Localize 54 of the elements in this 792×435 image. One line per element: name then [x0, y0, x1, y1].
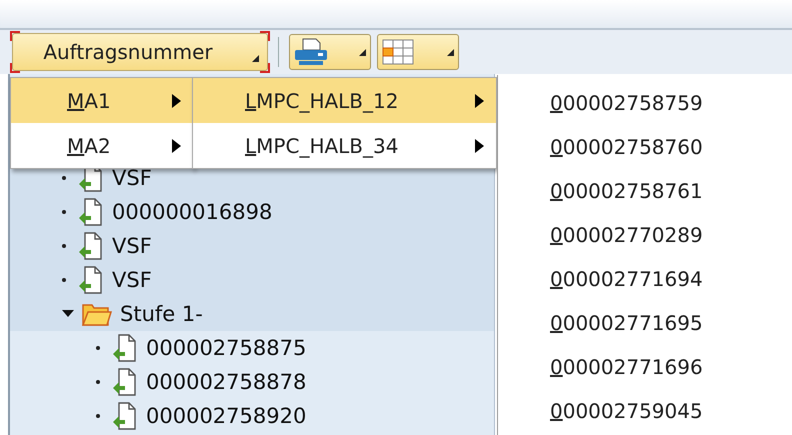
document-arrow-icon — [78, 198, 104, 226]
document-arrow-icon — [78, 266, 104, 294]
submenu-arrow-icon — [172, 94, 181, 108]
menu-item[interactable]: 000002758759 — [498, 81, 792, 125]
menu-item[interactable]: LMPC_HALB_34 — [193, 123, 496, 168]
grid-icon — [382, 39, 414, 65]
tree-row[interactable]: 000000016898 — [10, 195, 494, 229]
menu-item[interactable]: 000002771695 — [498, 301, 792, 345]
bullet-icon — [96, 380, 100, 384]
expanded-triangle-icon[interactable] — [62, 309, 74, 319]
tree-row[interactable]: 000002758920 — [10, 399, 494, 433]
caret-icon — [447, 48, 454, 56]
tree-label: VSF — [112, 166, 152, 190]
caret-icon — [359, 48, 366, 56]
tree-row[interactable]: VSF — [10, 229, 494, 263]
bullet-icon — [62, 210, 66, 214]
bullet-icon — [96, 414, 100, 418]
menu-item[interactable]: 000002771696 — [498, 345, 792, 389]
tree-label: 000002758878 — [146, 370, 306, 394]
tree-row[interactable]: 000002758875 — [10, 331, 494, 365]
tree-label: VSF — [112, 268, 152, 292]
menu-item[interactable]: 000002758761 — [498, 169, 792, 213]
bullet-icon — [62, 176, 66, 180]
bullet-icon — [62, 244, 66, 248]
folder-icon — [82, 302, 112, 326]
tree-label: 000002758875 — [146, 336, 306, 360]
menu-item[interactable]: 000002758760 — [498, 125, 792, 169]
bullet-icon — [62, 278, 66, 282]
menu-item[interactable]: LMPC_HALB_12 — [193, 78, 496, 123]
menu-item[interactable]: 000002771694 — [498, 257, 792, 301]
tree-label: 000002758920 — [146, 404, 306, 428]
document-arrow-icon — [78, 232, 104, 260]
submenu-arrow-icon — [475, 138, 484, 152]
submenu-arrow-icon — [475, 94, 484, 108]
print-button[interactable] — [289, 34, 371, 70]
menu-item[interactable]: 000002770289 — [498, 213, 792, 257]
order-number-dropdown[interactable]: Auftragsnummer — [12, 33, 268, 71]
document-arrow-icon — [112, 402, 138, 430]
bullet-icon — [96, 346, 100, 350]
document-arrow-icon — [112, 368, 138, 396]
menu-item[interactable]: 000002759045 — [498, 389, 792, 433]
tree-row[interactable]: 000002758878 — [10, 365, 494, 399]
submenu-arrow-icon — [172, 138, 181, 152]
printer-icon — [294, 38, 328, 66]
tree-label: VSF — [112, 234, 152, 258]
layout-button[interactable] — [377, 34, 459, 70]
caret-icon — [252, 55, 259, 62]
tree-row[interactable]: Stufe 1- — [10, 297, 494, 331]
tree-row[interactable]: VSF — [10, 263, 494, 297]
menu-item[interactable]: MA2 — [11, 123, 193, 168]
tree-label: 000000016898 — [112, 200, 272, 224]
tree-label: Stufe 1- — [120, 302, 203, 326]
menu-item[interactable]: MA1 — [11, 78, 193, 123]
document-arrow-icon — [112, 334, 138, 362]
